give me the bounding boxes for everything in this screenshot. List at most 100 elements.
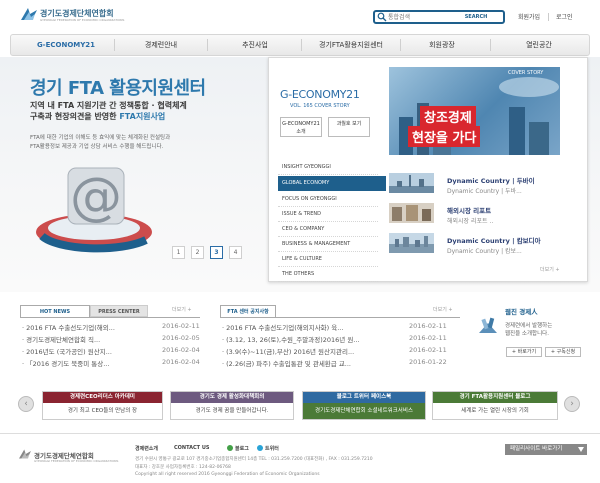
site-logo-subtitle: GYEONGGI FEDERATION OF ECONOMIC ORGANIZA…: [40, 18, 125, 22]
article-thumbnail-cambodia[interactable]: [389, 233, 434, 253]
news-item-date: 2016-02-05: [162, 334, 200, 342]
webzine-subscribe-button[interactable]: + 구독신청: [545, 347, 581, 357]
magazine-logo[interactable]: G-ECONOMY21: [280, 88, 360, 101]
join-link[interactable]: 회원가입: [518, 12, 540, 21]
article-description: Dynamic Country | 두바...: [447, 188, 522, 195]
news-more-link[interactable]: 더보기 +: [172, 306, 192, 313]
nav-separator: [207, 39, 208, 51]
footer-logo-icon: [19, 449, 31, 459]
hero-subtitle-1: 지역 내 FTA 지원기관 간 정책통합 · 협력체계: [30, 101, 187, 110]
banner-title: 경제련CEO리더스 아카데미: [43, 392, 162, 403]
hero-subtitle-2-text: 구축과 현장의견을 반영한: [30, 112, 120, 121]
nav-separator: [400, 39, 401, 51]
news-item-title[interactable]: · 2016 FTA 수출선도기업(해외...: [22, 322, 115, 332]
fta-news-item-title[interactable]: · 2016 FTA 수출선도기업(해외지사화) 육...: [222, 322, 343, 332]
hero-subtitle-2-highlight: FTA지원사업: [119, 112, 166, 121]
footer-blog-link[interactable]: 블로그: [235, 445, 249, 452]
article-thumbnail-dubai[interactable]: [389, 173, 434, 193]
webzine-view-button[interactable]: + 바로가기: [506, 347, 542, 357]
fta-news-item-title[interactable]: · (2.26(금) 파주) 수출입통관 및 관세환급 교...: [222, 358, 351, 368]
article-title[interactable]: Dynamic Country | 두바이: [447, 175, 535, 185]
footer-logo-subtitle: GYEONGGI FEDERATION OF ECONOMIC ORGANIZA…: [34, 459, 119, 463]
banner-title: 경기 FTA활용지원센터 블로그: [433, 392, 557, 403]
fta-news-more-link[interactable]: 더보기 +: [433, 306, 453, 313]
hero-page-4[interactable]: 4: [229, 246, 242, 259]
nav-projects[interactable]: 추진사업: [210, 34, 300, 56]
banner-subtitle: 경기도 경제 꿈을 만들어갑니다.: [195, 408, 269, 414]
category-life-culture[interactable]: LIFE & CULTURE: [278, 252, 378, 267]
logo-icon[interactable]: [20, 6, 38, 22]
article-title[interactable]: Dynamic Country | 캄보디아: [447, 235, 541, 245]
header-separator: [548, 13, 549, 21]
webzine-icon: [479, 317, 497, 333]
magazine-past-issues-button[interactable]: 과월호 보기: [328, 117, 370, 137]
fta-news-item-date: 2016-02-11: [409, 334, 447, 342]
article-description: 해외시장 리포트 ..: [447, 218, 494, 225]
nav-about[interactable]: 경제련안내: [118, 34, 204, 56]
category-focus-on-gyeonggi[interactable]: FOCUS ON GYEONGGI: [278, 192, 378, 207]
news-item-title[interactable]: · 「2016 경기도 북중미 통상...: [22, 358, 109, 368]
footer-about-link[interactable]: 경제련소개: [135, 445, 158, 452]
active-category-arrow-icon: [379, 176, 386, 191]
family-site-select[interactable]: 패밀리사이트 바로가기: [505, 444, 587, 455]
nav-separator: [301, 39, 302, 51]
banner-prev-arrow-icon[interactable]: ‹: [18, 396, 34, 412]
nav-separator: [114, 39, 115, 51]
article-thumbnail-market-report[interactable]: [389, 203, 434, 223]
magazine-volume: VOL. 165 COVER STORY: [290, 103, 350, 109]
chevron-down-icon: [578, 447, 584, 452]
banner-economy-meeting[interactable]: 경기도 경제 활성화대책회의 경기도 경제 꿈을 만들어갑니다.: [170, 391, 294, 420]
fta-globe-illustration: @: [36, 167, 152, 253]
hero-subtitle-2: 구축과 현장의견을 반영한 FTA지원사업: [30, 111, 165, 122]
magazine-intro-button[interactable]: G-ECONOMY21 소개: [280, 117, 322, 137]
cover-story-label: COVER STORY: [508, 70, 544, 76]
banner-social-network[interactable]: 블로그 트위터 페이스북 경기도경제단체연합회 소셜네트워크서비스: [302, 391, 426, 420]
footer-contact-link[interactable]: CONTACT US: [174, 445, 209, 451]
category-the-others[interactable]: THE OTHERS: [278, 267, 378, 282]
search-input[interactable]: [388, 12, 448, 22]
banner-subtitle: 경기 최고 CEO들의 만남의 장: [67, 408, 138, 414]
nav-fta-center[interactable]: 경기FTA활용지원센터: [303, 34, 399, 56]
category-issue-trend[interactable]: ISSUE & TREND: [278, 207, 378, 222]
tab-fta-notice[interactable]: FTA 센터 공지사항: [220, 305, 276, 317]
banner-subtitle: 세계로 가는 열린 시장의 기회: [461, 408, 529, 414]
banner-ceo-academy[interactable]: 경제련CEO리더스 아카데미 경기 최고 CEO들의 만남의 장: [42, 391, 163, 420]
svg-text:@: @: [70, 167, 122, 227]
nav-separator: [490, 39, 491, 51]
news-item-date: 2016-02-11: [162, 322, 200, 330]
hero-page-1[interactable]: 1: [172, 246, 185, 259]
category-business-management[interactable]: BUSINESS & MANAGEMENT: [278, 237, 378, 252]
news-item-title[interactable]: · 경기도경제단체연합회 직...: [22, 334, 100, 344]
banner-next-arrow-icon[interactable]: ›: [564, 396, 580, 412]
news-item-title[interactable]: · 2016년도 (국가공인) 원산지...: [22, 346, 112, 356]
nav-members[interactable]: 회원광장: [403, 34, 481, 56]
footer-twitter-link[interactable]: 트위터: [265, 445, 279, 452]
category-global-economy[interactable]: GLOBAL ECONOMY: [278, 176, 386, 191]
fta-news-item-date: 2016-02-11: [409, 322, 447, 330]
hero-description-2: FTA활용정보 제공과 기업 상담 서비스 수행을 해드립니다.: [30, 144, 164, 150]
fta-news-item-title[interactable]: · (3.9(수)~11(금),부산) 2016년 원산지관리...: [222, 346, 354, 356]
hero-description-1: FTA에 대한 기업의 이해도 등 효익에 맞는 체계화된 컨설팅과: [30, 135, 171, 141]
cover-headline-1: 창조경제: [420, 106, 476, 127]
article-description: Dynamic Country | 캄보...: [447, 248, 522, 255]
category-insight-gyeonggi[interactable]: INSIGHT GYEONGGI: [278, 160, 378, 175]
category-ceo-company[interactable]: CEO & COMPANY: [278, 222, 378, 237]
webzine-description-2: 웹진을 소개합니다.: [505, 331, 549, 337]
hero-page-2[interactable]: 2: [191, 246, 204, 259]
nav-open-space[interactable]: 열린공간: [494, 34, 584, 56]
cover-headline-2: 현장을 가다: [408, 126, 481, 147]
tab-hot-news[interactable]: HOT NEWS: [20, 305, 90, 317]
banner-subtitle: 경기도경제단체연합회 소셜네트워크서비스: [303, 403, 425, 419]
search-button[interactable]: SEARCH: [450, 12, 502, 22]
banner-title: 경기도 경제 활성화대책회의: [171, 392, 293, 403]
banner-fta-blog[interactable]: 경기 FTA활용지원센터 블로그 세계로 가는 열린 시장의 기회: [432, 391, 558, 420]
nav-g-economy21[interactable]: G-ECONOMY21: [30, 34, 102, 56]
twitter-icon: [257, 445, 263, 451]
footer-address: 경기 수원시 영통구 광교로 107 경기중소기업종합지원센터 14층 TEL …: [135, 457, 373, 462]
login-link[interactable]: 로그인: [556, 12, 573, 21]
article-title[interactable]: 해외시장 리포트: [447, 205, 491, 215]
magazine-more-link[interactable]: 더보기 +: [540, 266, 560, 273]
tab-press-center[interactable]: PRESS CENTER: [90, 305, 148, 317]
fta-news-item-title[interactable]: · (3.12, 13, 26(토),수원_주말과정)2016년 원...: [222, 334, 360, 344]
hero-page-3[interactable]: 3: [210, 246, 223, 259]
